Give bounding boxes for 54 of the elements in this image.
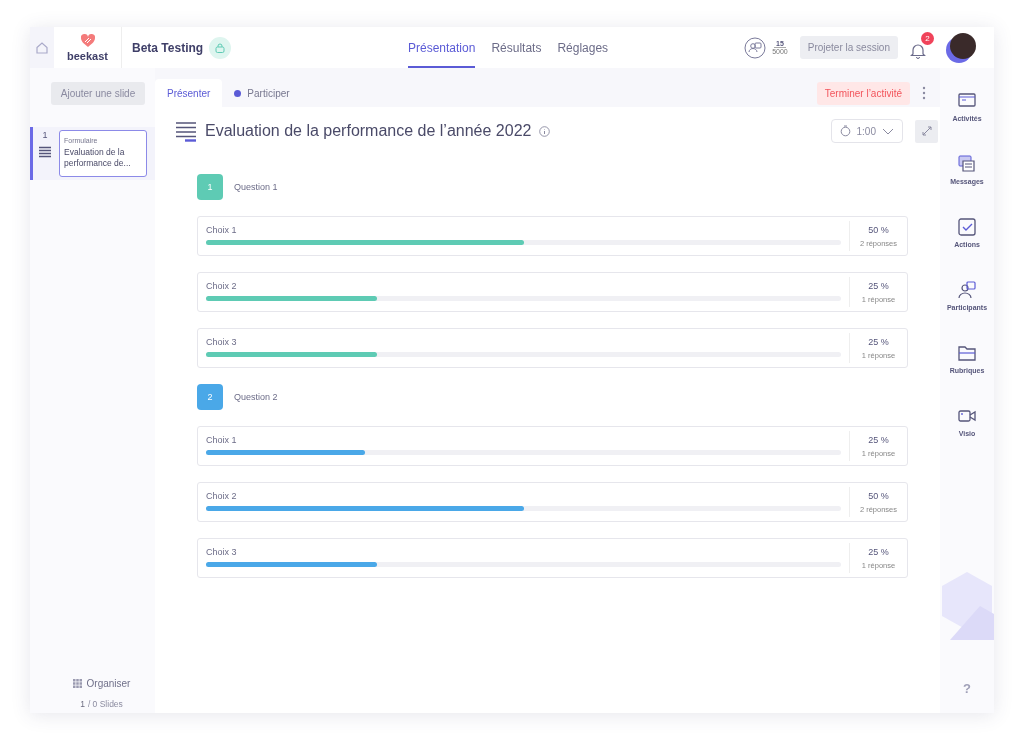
choice-label: Choix 3 bbox=[206, 547, 238, 557]
organise-button[interactable]: Organiser bbox=[72, 678, 131, 689]
lock-icon bbox=[215, 42, 226, 53]
form-icon bbox=[175, 120, 197, 142]
question-label: Question 1 bbox=[234, 182, 278, 192]
choice-label: Choix 1 bbox=[206, 435, 238, 445]
notification-badge: 2 bbox=[921, 31, 934, 45]
stopwatch-icon bbox=[839, 125, 851, 137]
participants-icon bbox=[744, 36, 767, 59]
project-session-button[interactable]: Projeter la session bbox=[799, 36, 898, 59]
participants-icon bbox=[958, 281, 976, 299]
choice-percent: 25 % bbox=[868, 336, 889, 347]
question-number: 1 bbox=[197, 174, 223, 200]
add-slide-button[interactable]: Ajouter une slide bbox=[51, 82, 145, 105]
checkbox-icon bbox=[958, 218, 976, 236]
bell-icon[interactable] bbox=[910, 41, 926, 59]
info-icon bbox=[539, 125, 551, 137]
chevron-down-icon bbox=[882, 127, 894, 135]
choice-label: Choix 1 bbox=[206, 225, 238, 235]
nav-tab[interactable]: Réglages bbox=[557, 27, 609, 68]
logo-text: beekast bbox=[67, 50, 108, 62]
avatar[interactable] bbox=[950, 32, 976, 59]
hexagon-decoration-drawing bbox=[940, 570, 994, 640]
slide-title: Evaluation de la performance de... bbox=[64, 147, 132, 170]
home-icon[interactable] bbox=[35, 40, 49, 55]
choice-percent: 25 % bbox=[868, 280, 889, 291]
slide-number: 1 bbox=[42, 130, 48, 140]
question-label: Question 2 bbox=[234, 392, 278, 402]
form-icon bbox=[38, 146, 52, 159]
more-icon[interactable] bbox=[922, 86, 926, 100]
heart-logo-icon bbox=[79, 33, 96, 49]
video-camera-icon bbox=[958, 407, 976, 425]
session-title: Beta Testing bbox=[132, 40, 204, 55]
choice-percent: 50 % bbox=[868, 224, 889, 235]
choice-label: Choix 2 bbox=[206, 281, 238, 291]
nav-tab[interactable]: Résultats bbox=[491, 27, 542, 68]
end-activity-button[interactable]: Terminer l’activité bbox=[816, 81, 910, 105]
question-number: 2 bbox=[197, 384, 223, 410]
grid-icon bbox=[72, 679, 82, 688]
window-icon bbox=[958, 92, 976, 110]
mode-tab[interactable]: Participer bbox=[222, 79, 302, 107]
messages-icon bbox=[958, 155, 976, 173]
slide-index: 1 bbox=[80, 699, 85, 709]
mode-tab[interactable]: Présenter bbox=[155, 79, 223, 107]
fullscreen-icon[interactable] bbox=[921, 126, 932, 136]
choice-label: Choix 2 bbox=[206, 491, 238, 501]
choice-percent: 25 % bbox=[868, 546, 889, 557]
choice-label: Choix 3 bbox=[206, 337, 238, 347]
timer-dropdown[interactable]: 1:00 bbox=[830, 119, 903, 143]
choice-percent: 50 % bbox=[868, 490, 889, 501]
folder-icon bbox=[958, 344, 976, 362]
slide-total: / 0 Slides bbox=[87, 699, 123, 709]
activity-title: Evaluation de la performance de l’année 2022 bbox=[205, 122, 532, 140]
choice-percent: 25 % bbox=[868, 434, 889, 445]
